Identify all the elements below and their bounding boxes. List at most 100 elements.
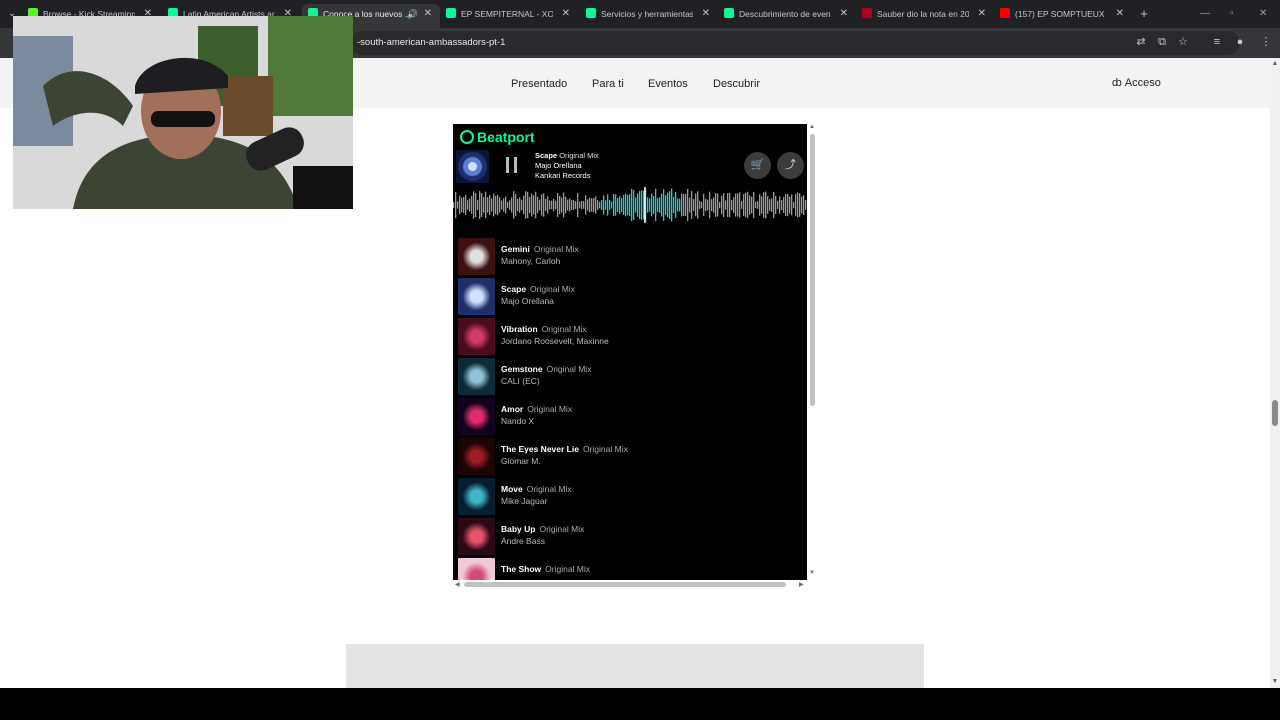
track-artwork[interactable]: [458, 358, 495, 395]
tab-close-icon[interactable]: ✕: [978, 4, 986, 24]
track-artists[interactable]: Majo Orellana: [501, 296, 554, 307]
track-mix: Original Mix: [533, 244, 579, 254]
browser-tab[interactable]: Sauber dio la nota en 202... ✕: [856, 4, 994, 24]
track-artwork[interactable]: [458, 318, 495, 355]
screen: ⌄ Browse - Kick Streaming ✕ Latin American…: [0, 0, 1280, 720]
track-row[interactable]: Vibration Original Mix Jordano Roosevelt, …: [453, 316, 807, 356]
track-artists[interactable]: Giomar M.: [501, 456, 541, 467]
page-scroll-down-icon[interactable]: ▼: [1271, 678, 1279, 685]
track-row[interactable]: Gemini Original Mix Mahony, Carloh: [453, 236, 807, 276]
playhead-marker[interactable]: [644, 187, 646, 223]
waveform-bar: [671, 188, 673, 222]
browser-tab[interactable]: EP SEMPITERNAL - XORX... ✕: [440, 4, 578, 24]
nav-descubrir[interactable]: Descubrir: [713, 77, 760, 91]
browser-tab[interactable]: Servicios y herramientas ... ✕: [580, 4, 718, 24]
track-title[interactable]: Scape: [501, 284, 526, 294]
browser-tab[interactable]: (157) EP SOMPTUEUX II - ... ✕: [994, 4, 1132, 24]
pause-button[interactable]: [506, 157, 518, 173]
track-row[interactable]: Gemstone Original Mix CALI (EC): [453, 356, 807, 396]
tab-close-icon[interactable]: ✕: [1116, 4, 1124, 24]
share-button[interactable]: ⤴: [777, 152, 804, 179]
nav-eventos[interactable]: Eventos: [648, 77, 688, 91]
track-title[interactable]: Gemini: [501, 244, 530, 254]
bookmark-star-icon[interactable]: ☆: [1176, 35, 1190, 49]
beatport-logo[interactable]: Beatport: [460, 129, 535, 145]
close-window-icon[interactable]: ✕: [1259, 4, 1267, 24]
profile-avatar-icon[interactable]: ●: [1233, 35, 1247, 49]
track-title[interactable]: Move: [501, 484, 523, 494]
login-link[interactable]: ȸ Acceso: [1112, 76, 1161, 90]
browser-tab[interactable]: Descubrimiento de event... ✕: [718, 4, 856, 24]
track-artwork[interactable]: [458, 238, 495, 275]
waveform-bar: [623, 194, 625, 216]
now-playing-label[interactable]: Kankari Records: [535, 171, 599, 181]
track-artwork[interactable]: [458, 478, 495, 515]
waveform-seekbar[interactable]: [453, 187, 807, 223]
waveform-bar: [773, 192, 775, 218]
track-artwork[interactable]: [458, 558, 495, 580]
new-tab-button[interactable]: +: [1137, 4, 1151, 24]
track-artists[interactable]: Jordano Roosevelt, Maxinne: [501, 336, 609, 347]
page-scroll-up-icon[interactable]: ▲: [1271, 60, 1279, 67]
track-title[interactable]: Amor: [501, 404, 523, 414]
waveform-bar: [499, 197, 501, 213]
media-controls-icon[interactable]: ≡: [1210, 35, 1224, 49]
scroll-left-arrow-icon[interactable]: ◀: [455, 580, 460, 590]
track-artists[interactable]: Mike Jaguar: [501, 496, 547, 507]
waveform-bar: [689, 197, 691, 213]
tab-close-icon[interactable]: ✕: [840, 4, 848, 24]
restore-icon[interactable]: ▫: [1230, 4, 1234, 24]
now-playing-artwork[interactable]: [456, 150, 489, 183]
url-text[interactable]: -south-american-ambassadors-pt-1: [357, 36, 505, 50]
track-row[interactable]: Baby Up Original Mix Andre Bass: [453, 516, 807, 556]
waveform-bar: [587, 199, 589, 211]
minimize-icon[interactable]: —: [1200, 4, 1210, 24]
scroll-up-arrow-icon[interactable]: ▲: [808, 124, 816, 130]
waveform-bar: [767, 196, 769, 214]
track-artists[interactable]: CALI (EC): [501, 376, 540, 387]
tab-close-icon[interactable]: ✕: [702, 4, 710, 24]
waveform-bar: [803, 195, 805, 215]
tab-audio-icon[interactable]: 🔊: [407, 4, 418, 24]
widget-vertical-scrollbar[interactable]: ▲ ▼: [808, 124, 816, 580]
scroll-right-arrow-icon[interactable]: ▶: [799, 580, 804, 590]
track-title[interactable]: Vibration: [501, 324, 538, 334]
widget-hscroll-thumb[interactable]: [464, 582, 786, 587]
waveform-bar: [481, 193, 483, 217]
now-playing-artist[interactable]: Majo Orellana: [535, 161, 599, 171]
page-scrollbar[interactable]: ▲ ▼: [1270, 58, 1280, 688]
nav-presentado[interactable]: Presentado: [511, 77, 567, 91]
waveform-bar: [775, 195, 777, 215]
track-artists[interactable]: Nando X: [501, 416, 534, 427]
waveform-bar: [579, 201, 581, 209]
tab-close-icon[interactable]: ✕: [562, 4, 570, 24]
track-title[interactable]: Baby Up: [501, 524, 535, 534]
track-title[interactable]: Gemstone: [501, 364, 543, 374]
install-app-icon[interactable]: ⧉: [1155, 35, 1169, 49]
track-artwork[interactable]: [458, 518, 495, 555]
page-scroll-thumb[interactable]: [1272, 400, 1278, 426]
waveform-bar: [609, 199, 611, 211]
track-row[interactable]: The Show Original Mix: [453, 556, 807, 580]
track-row[interactable]: Move Original Mix Mike Jaguar: [453, 476, 807, 516]
nav-para-ti[interactable]: Para ti: [592, 77, 624, 91]
track-row[interactable]: The Eyes Never Lie Original Mix Giomar M.: [453, 436, 807, 476]
track-artwork[interactable]: [458, 438, 495, 475]
track-artwork[interactable]: [458, 278, 495, 315]
widget-scroll-thumb[interactable]: [810, 134, 815, 406]
translate-icon[interactable]: ⇄: [1134, 35, 1148, 49]
track-title[interactable]: The Eyes Never Lie: [501, 444, 579, 454]
scroll-down-arrow-icon[interactable]: ▼: [808, 570, 816, 576]
now-playing-title[interactable]: Scape: [535, 151, 557, 160]
cart-button[interactable]: 🛒: [744, 152, 771, 179]
browser-menu-icon[interactable]: ⋮: [1259, 35, 1273, 49]
track-artwork[interactable]: [458, 398, 495, 435]
track-artists[interactable]: Mahony, Carloh: [501, 256, 560, 267]
waveform-bar: [599, 201, 601, 209]
track-row[interactable]: Amor Original Mix Nando X: [453, 396, 807, 436]
widget-horizontal-scrollbar[interactable]: ◀ ▶: [453, 580, 807, 590]
track-artists[interactable]: Andre Bass: [501, 536, 545, 547]
tab-close-icon[interactable]: ✕: [424, 4, 432, 24]
track-title[interactable]: The Show: [501, 564, 541, 574]
track-row[interactable]: Scape Original Mix Majo Orellana: [453, 276, 807, 316]
